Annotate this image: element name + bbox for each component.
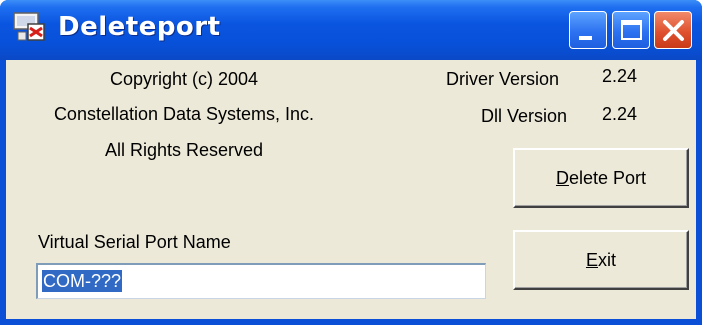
title-bar[interactable]: Deleteport	[0, 0, 702, 60]
close-icon	[663, 20, 684, 41]
driver-version-label: Driver Version	[446, 69, 560, 89]
delete-port-label: elete Port	[568, 167, 647, 188]
maximize-button[interactable]	[612, 11, 650, 49]
exit-button[interactable]: Exit	[513, 230, 689, 290]
driver-version-value: 2.24	[602, 66, 638, 86]
rights-text: All Rights Reserved	[104, 140, 264, 160]
maximize-icon	[621, 20, 642, 40]
minimize-button[interactable]	[569, 11, 607, 49]
dialog-client-area: Copyright (c) 2004 Constellation Data Sy…	[6, 60, 696, 319]
dll-version-label: Dll Version	[481, 106, 568, 126]
window-title: Deleteport	[58, 12, 221, 42]
port-name-label: Virtual Serial Port Name	[38, 232, 231, 252]
exit-accelerator: E	[585, 249, 598, 270]
exit-label: xit	[598, 249, 616, 270]
port-name-input[interactable]: COM-???	[36, 263, 486, 299]
delete-port-accelerator: D	[555, 167, 569, 188]
port-name-value: COM-???	[42, 270, 123, 292]
dll-version-value: 2.24	[602, 104, 638, 124]
minimize-icon	[579, 36, 592, 40]
close-button[interactable]	[654, 11, 692, 49]
dialog-window: Deleteport Copyright (c) 2004 Constellat…	[0, 0, 702, 325]
delete-port-button[interactable]: Delete Port	[513, 148, 689, 208]
copyright-text: Copyright (c) 2004	[109, 69, 259, 89]
company-text: Constellation Data Systems, Inc.	[53, 104, 315, 124]
app-icon[interactable]	[12, 10, 48, 44]
